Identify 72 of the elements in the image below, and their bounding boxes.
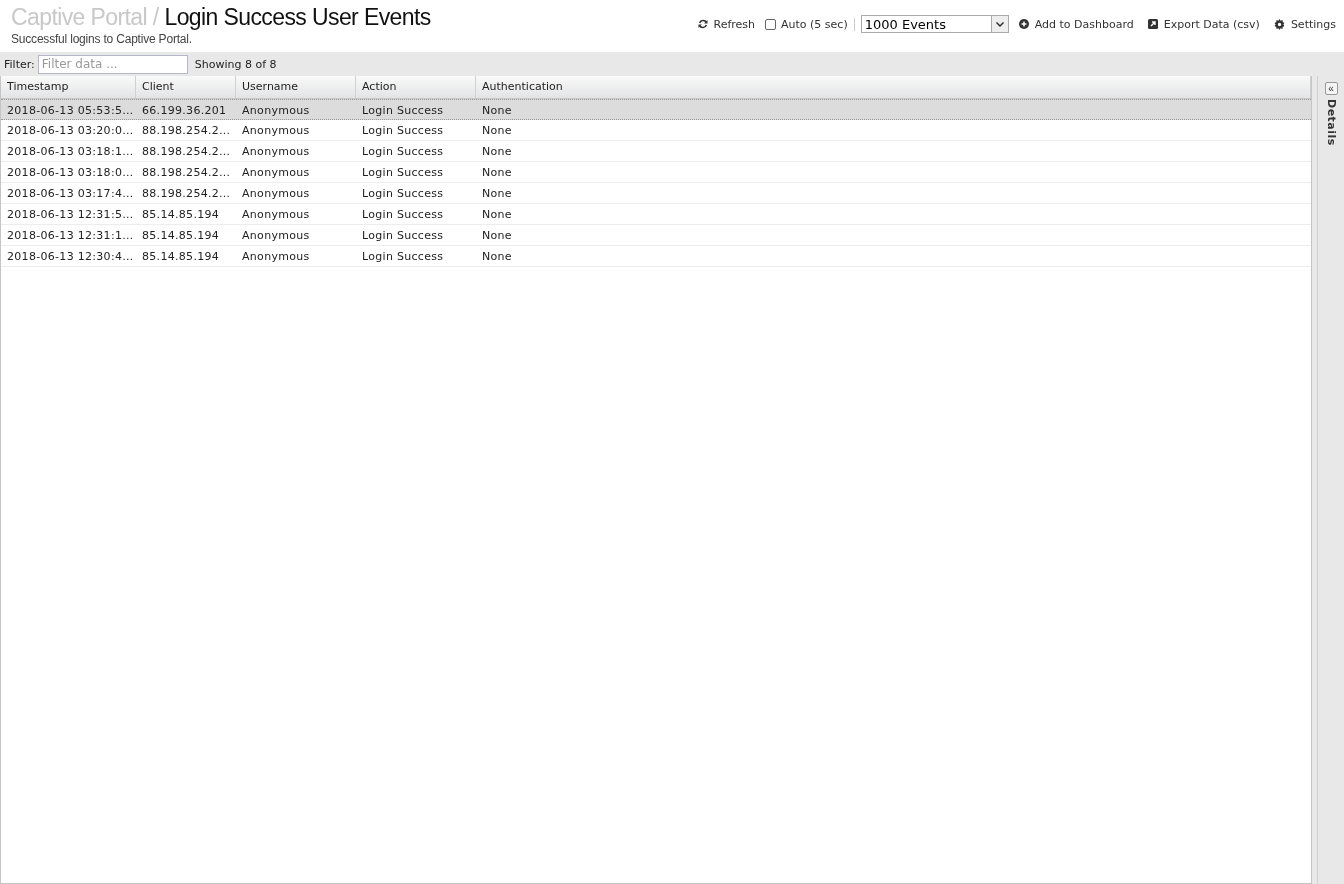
- table-cell-text: Anonymous: [241, 228, 311, 244]
- auto-checkbox[interactable]: [765, 18, 777, 30]
- table-cell-text: 2018-06-13 05:53:5…: [6, 103, 135, 119]
- refresh-button[interactable]: Refresh: [693, 17, 760, 31]
- table-cell-text: 2018-06-13 03:18:0…: [6, 165, 135, 181]
- table-cell-text: None: [481, 186, 513, 202]
- table-cell-text: 66.199.36.201: [141, 103, 228, 119]
- table-cell-text: 85.14.85.194: [141, 207, 221, 223]
- plus-circle-icon: [1018, 19, 1029, 29]
- table-cell-text: 85.14.85.194: [141, 228, 221, 244]
- table-row[interactable]: 2018-06-13 05:53:5… 66.199.36.201 Anonymous Login Success None: [1, 99, 1311, 120]
- table-cell-text: 2018-06-13 12:31:5…: [6, 207, 135, 223]
- table-cell-text: 2018-06-13 03:18:1…: [6, 144, 135, 160]
- table-cell-text: Login Success: [361, 228, 445, 244]
- caret-icon: [995, 21, 1004, 27]
- table-cell-text: Anonymous: [241, 186, 311, 202]
- column-header[interactable]: Client: [136, 76, 236, 98]
- table-row[interactable]: 2018-06-13 12:30:4… 85.14.85.194 Anonymous Login Success None: [1, 246, 1311, 267]
- auto-label: Auto (5 sec): [781, 17, 848, 31]
- column-header[interactable]: Username: [236, 76, 356, 98]
- table-cell-text: None: [481, 228, 513, 244]
- table-cell-text: Anonymous: [241, 249, 311, 265]
- table-cell-text: None: [481, 103, 513, 119]
- row-count: Showing 8 of 8: [194, 57, 277, 71]
- settings-button[interactable]: Settings: [1269, 17, 1340, 31]
- collapse-button[interactable]: «: [1324, 82, 1338, 95]
- table-row[interactable]: 2018-06-13 03:17:4… 88.198.254.2… Anonymous Login Success None: [1, 183, 1311, 204]
- table-cell-text: 2018-06-13 03:20:0…: [6, 123, 135, 139]
- table-row[interactable]: 2018-06-13 12:31:1… 85.14.85.194 Anonymous Login Success None: [1, 225, 1311, 246]
- page-subtitle: Successful logins to Captive Portal.: [11, 32, 193, 46]
- table-cell-text: 88.198.254.2…: [141, 144, 232, 160]
- table-cell-text: 85.14.85.194: [141, 249, 221, 265]
- filter-label: Filter:: [4, 57, 35, 71]
- table-cell-text: Login Success: [361, 103, 445, 119]
- table-cell-text: None: [481, 165, 513, 181]
- table-cell-text: 88.198.254.2…: [141, 186, 232, 202]
- table-cell-text: Anonymous: [241, 144, 311, 160]
- details-label: Details: [1324, 99, 1338, 146]
- table-cell-text: Login Success: [361, 249, 445, 265]
- table-cell-text: Login Success: [361, 207, 445, 223]
- table-cell-text: 88.198.254.2…: [141, 123, 232, 139]
- export-data-button[interactable]: Export Data (csv): [1143, 17, 1264, 31]
- table-cell-text: None: [481, 249, 513, 265]
- refresh-icon: [697, 19, 708, 29]
- table-row[interactable]: 2018-06-13 03:18:0… 88.198.254.2… Anonymous Login Success None: [1, 162, 1311, 183]
- export-icon: [1147, 19, 1158, 29]
- table-cell-text: None: [481, 207, 513, 223]
- page-title: Login Success User Events: [164, 4, 431, 30]
- table-cell-text: Anonymous: [241, 123, 311, 139]
- column-header[interactable]: Timestamp: [1, 76, 136, 98]
- events-select[interactable]: 1000 Events: [860, 15, 1009, 33]
- table-cell-text: Login Success: [361, 144, 445, 160]
- settings-icon: [1273, 18, 1285, 30]
- table-cell-text: None: [481, 123, 513, 139]
- table-cell-text: 2018-06-13 12:30:4…: [6, 249, 135, 265]
- column-header[interactable]: Authentication: [476, 76, 1311, 98]
- table-row[interactable]: 2018-06-13 03:18:1… 88.198.254.2… Anonymous Login Success None: [1, 141, 1311, 162]
- table-cell-text: Anonymous: [241, 207, 311, 223]
- column-header[interactable]: Action: [356, 76, 476, 98]
- table-cell-text: 88.198.254.2…: [141, 165, 232, 181]
- add-to-dashboard-button[interactable]: Add to Dashboard: [1014, 17, 1138, 31]
- table-cell-text: 2018-06-13 03:17:4…: [6, 186, 135, 202]
- table-cell-text: Login Success: [361, 186, 445, 202]
- table-cell-text: Anonymous: [241, 103, 311, 119]
- table-cell-text: Login Success: [361, 123, 445, 139]
- table-cell-text: Login Success: [361, 165, 445, 181]
- filter-field[interactable]: Filter data ...: [37, 54, 188, 74]
- table-row[interactable]: 2018-06-13 12:31:5… 85.14.85.194 Anonymous Login Success None: [1, 204, 1311, 225]
- table-cell-text: None: [481, 144, 513, 160]
- table-row[interactable]: 2018-06-13 03:20:0… 88.198.254.2… Anonymous Login Success None: [1, 120, 1311, 141]
- table-cell-text: Anonymous: [241, 165, 311, 181]
- table-cell-text: 2018-06-13 12:31:1…: [6, 228, 135, 244]
